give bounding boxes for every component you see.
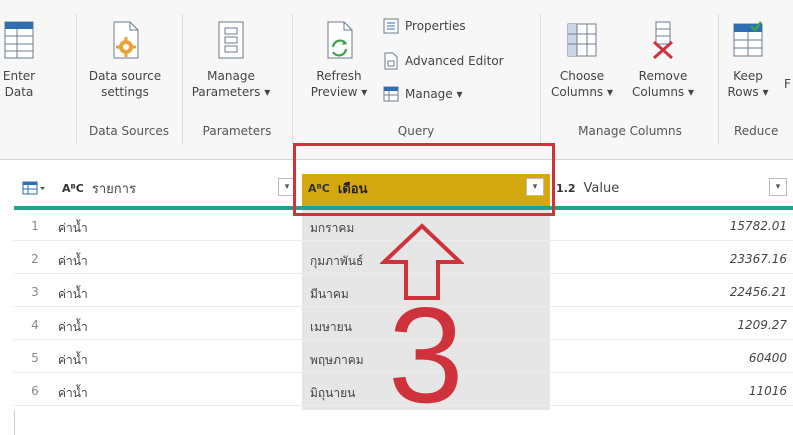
keep-rows-button[interactable]: Keep Rows ▾ — [724, 20, 772, 100]
keep-rows-icon — [733, 21, 763, 57]
manage-button[interactable]: Manage ▾ — [383, 86, 463, 102]
row-number: 4 — [31, 318, 39, 332]
advanced-editor-icon — [384, 52, 398, 70]
enter-data-label-2: Data — [4, 85, 34, 99]
cell-value[interactable]: 15782.01 — [730, 219, 787, 233]
manage-parameters-label-1: Manage — [207, 69, 255, 83]
remove-columns-label-1: Remove — [638, 69, 688, 83]
column-header-label: รายการ — [91, 181, 136, 197]
choose-columns-button[interactable]: Choose Columns ▾ — [548, 20, 616, 100]
cell-value[interactable]: 11016 — [749, 384, 787, 398]
group-label-query: Query — [397, 124, 435, 138]
enter-data-button[interactable]: Enter Data — [0, 20, 38, 100]
manage-parameters-label-2: Parameters ▾ — [191, 85, 271, 99]
table-icon — [4, 21, 34, 59]
cell-item[interactable]: ค่าน้ำ — [58, 285, 88, 304]
group-label-data-sources: Data Sources — [89, 124, 169, 138]
manage-icon — [383, 86, 399, 102]
group-label-manage-columns: Manage Columns — [578, 124, 682, 138]
cell-month[interactable]: กุมภาพันธ์ — [310, 252, 363, 271]
ribbon: Enter Data Data source settings Manage P… — [0, 0, 793, 160]
step-number-annotation: 3 — [388, 279, 464, 431]
data-source-settings-label-2: settings — [101, 85, 149, 99]
cell-month[interactable]: มีนาคม — [310, 285, 349, 304]
separator — [182, 14, 183, 144]
properties-button[interactable]: Properties — [383, 18, 466, 34]
refresh-preview-button[interactable]: Refresh Preview ▾ — [304, 20, 374, 100]
keep-rows-label-2: Rows ▾ — [727, 85, 769, 99]
cell-item[interactable]: ค่าน้ำ — [58, 252, 88, 271]
column-header-item[interactable]: AᴮC รายการ — [62, 170, 292, 206]
cell-value[interactable]: 60400 — [749, 351, 787, 365]
separator — [292, 14, 293, 144]
table-menu-icon — [22, 181, 45, 195]
cell-value[interactable]: 1209.27 — [737, 318, 787, 332]
group-label-reduce: Reduce — [734, 124, 779, 138]
advanced-editor-button[interactable]: Advanced Editor — [383, 52, 504, 70]
refresh-preview-label-1: Refresh — [316, 69, 362, 83]
text-type-icon: AᴮC — [62, 181, 84, 195]
decimal-type-icon: 1.2 — [556, 181, 576, 195]
cell-item[interactable]: ค่าน้ำ — [58, 219, 88, 238]
group-label-parameters: Parameters — [202, 124, 272, 138]
choose-columns-label-1: Choose — [559, 69, 605, 83]
column-header-value[interactable]: 1.2 Value — [556, 170, 756, 206]
refresh-icon — [327, 21, 353, 59]
cell-month[interactable]: พฤษภาคม — [310, 351, 364, 370]
cut-off-button[interactable]: F — [784, 76, 793, 92]
data-source-settings-button[interactable]: Data source settings — [80, 20, 170, 100]
cell-value[interactable]: 23367.16 — [730, 252, 787, 266]
cell-value[interactable]: 22456.21 — [730, 285, 787, 299]
manage-label: Manage ▾ — [405, 87, 463, 101]
row-number: 2 — [31, 252, 39, 266]
separator — [718, 14, 719, 144]
separator — [540, 14, 541, 144]
properties-label: Properties — [405, 19, 466, 33]
choose-columns-icon — [567, 23, 597, 57]
keep-rows-label-1: Keep — [733, 69, 763, 83]
row-number: 3 — [31, 285, 39, 299]
data-source-settings-icon — [113, 21, 139, 59]
separator — [76, 14, 77, 144]
row-number: 6 — [31, 384, 39, 398]
cell-item[interactable]: ค่าน้ำ — [58, 384, 88, 403]
data-source-settings-label-1: Data source — [88, 69, 162, 83]
cell-item[interactable]: ค่าน้ำ — [58, 318, 88, 337]
choose-columns-label-2: Columns ▾ — [550, 85, 614, 99]
column-filter-dropdown-icon[interactable]: ▾ — [769, 178, 787, 196]
row-number: 5 — [31, 351, 39, 365]
remove-columns-label-2: Columns ▾ — [631, 85, 695, 99]
table-menu-button[interactable] — [22, 170, 52, 206]
grid-bottom-border — [14, 410, 15, 435]
row-number: 1 — [31, 219, 39, 233]
refresh-preview-label-2: Preview ▾ — [310, 85, 368, 99]
cell-item[interactable]: ค่าน้ำ — [58, 351, 88, 370]
cell-month[interactable]: มกราคม — [310, 219, 354, 238]
advanced-editor-label: Advanced Editor — [405, 54, 504, 68]
cell-month[interactable]: เมษายน — [310, 318, 352, 337]
remove-columns-button[interactable]: Remove Columns ▾ — [626, 20, 700, 100]
cut-off-label: F — [784, 77, 791, 91]
manage-parameters-button[interactable]: Manage Parameters ▾ — [186, 20, 276, 100]
column-header-label: Value — [583, 180, 620, 196]
enter-data-label-1: Enter — [2, 69, 36, 83]
parameters-icon — [218, 21, 244, 59]
properties-icon — [383, 18, 399, 34]
remove-columns-icon — [653, 21, 673, 60]
highlight-box — [293, 143, 555, 216]
cell-month[interactable]: มิถุนายน — [310, 384, 355, 403]
